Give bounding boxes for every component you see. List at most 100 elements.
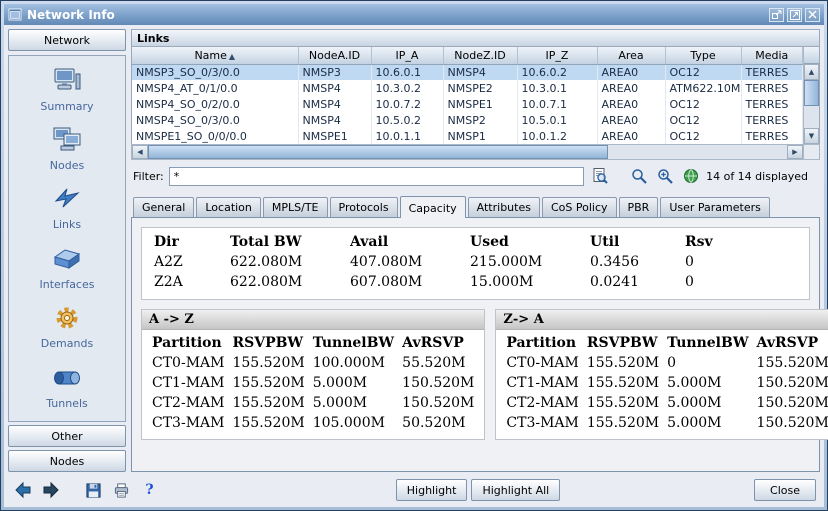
tab-protocols[interactable]: Protocols	[330, 197, 398, 217]
scroll-left-icon[interactable]: ◀	[132, 145, 148, 159]
horizontal-scroll-track[interactable]	[148, 145, 787, 159]
table-cell[interactable]: AREA0	[597, 112, 665, 128]
table-row[interactable]: NMSP4_SO_0/3/0.0NMSP410.5.0.2NMSP210.5.0…	[132, 112, 803, 128]
table-cell[interactable]: NMSPE1_SO_0/0/0.0	[132, 128, 298, 144]
tab-pbr[interactable]: PBR	[619, 197, 659, 217]
table-cell[interactable]: OC12	[665, 64, 741, 80]
table-cell[interactable]: AREA0	[597, 80, 665, 96]
column-header-media[interactable]: Media	[741, 47, 803, 64]
sidebar-item-demands[interactable]: Demands	[9, 298, 125, 358]
table-cell[interactable]: OC12	[665, 128, 741, 144]
table-cell[interactable]: 10.6.0.2	[517, 64, 597, 80]
help-icon[interactable]: ?	[139, 480, 160, 500]
table-cell[interactable]: 10.6.0.1	[371, 64, 443, 80]
column-header-nodea-id[interactable]: NodeA.ID	[298, 47, 371, 64]
table-cell[interactable]: 10.0.1.1	[371, 128, 443, 144]
table-cell[interactable]: AREA0	[597, 128, 665, 144]
filter-input[interactable]	[169, 167, 584, 186]
table-cell[interactable]: NMSP3_SO_0/3/0.0	[132, 64, 298, 80]
column-header-area[interactable]: Area	[597, 47, 665, 64]
table-cell[interactable]: NMSP4	[298, 112, 371, 128]
table-cell[interactable]: NMSP2	[443, 112, 517, 128]
back-icon[interactable]	[12, 480, 33, 500]
table-cell[interactable]: NMSP1	[443, 128, 517, 144]
table-cell[interactable]: 10.0.7.1	[517, 96, 597, 112]
tab-location[interactable]: Location	[196, 197, 261, 217]
table-cell[interactable]: 10.5.0.2	[371, 112, 443, 128]
undock-window-icon[interactable]	[769, 8, 784, 22]
save-icon[interactable]	[83, 480, 104, 500]
column-header-nodez-id[interactable]: NodeZ.ID	[443, 47, 517, 64]
table-cell[interactable]: NMSPE1	[298, 128, 371, 144]
table-cell[interactable]: 10.3.0.2	[371, 80, 443, 96]
table-cell[interactable]: NMSP4	[443, 64, 517, 80]
tab-user-parameters[interactable]: User Parameters	[660, 197, 770, 217]
network-section-button[interactable]: Network	[8, 29, 126, 51]
column-header-name[interactable]: Name▲	[132, 47, 298, 64]
tab-attributes[interactable]: Attributes	[468, 197, 540, 217]
tab-mpls-te[interactable]: MPLS/TE	[263, 197, 328, 217]
table-cell[interactable]: TERRES	[741, 112, 803, 128]
column-header-type[interactable]: Type	[665, 47, 741, 64]
table-cell[interactable]: OC12	[665, 112, 741, 128]
maximize-window-icon[interactable]	[787, 8, 802, 22]
table-cell[interactable]: TERRES	[741, 96, 803, 112]
table-row[interactable]: NMSP3_SO_0/3/0.0NMSP310.6.0.1NMSP410.6.0…	[132, 64, 803, 80]
nodes-section-button[interactable]: Nodes	[8, 450, 126, 472]
close-button[interactable]: Close	[754, 479, 816, 501]
table-cell[interactable]: TERRES	[741, 80, 803, 96]
table-cell[interactable]: TERRES	[741, 64, 803, 80]
forward-icon[interactable]	[40, 480, 61, 500]
sidebar-item-tunnels[interactable]: Tunnels	[9, 358, 125, 418]
search-icon[interactable]	[628, 166, 649, 186]
horizontal-scrollbar[interactable]: ◀ ▶	[131, 144, 804, 160]
table-cell[interactable]: AREA0	[597, 64, 665, 80]
capacity-summary-table: Dir Total BW Avail Used Util Rsv A2Z622.…	[141, 227, 810, 300]
tab-general[interactable]: General	[133, 197, 194, 217]
vertical-scrollbar[interactable]: ▲ ▼	[803, 47, 819, 144]
sidebar-item-links[interactable]: Links	[9, 179, 125, 239]
scroll-up-icon[interactable]: ▲	[804, 64, 819, 80]
table-cell[interactable]: 10.0.7.2	[371, 96, 443, 112]
table-cell[interactable]: ATM622.10M	[665, 80, 741, 96]
titlebar[interactable]: Network Info	[4, 4, 824, 25]
highlight-all-button[interactable]: Highlight All	[471, 479, 560, 501]
column-header-ip-a[interactable]: IP_A	[371, 47, 443, 64]
other-section-button[interactable]: Other	[8, 425, 126, 447]
table-row[interactable]: NMSPE1_SO_0/0/0.0NMSPE110.0.1.1NMSP110.0…	[132, 128, 803, 144]
column-header-ip-z[interactable]: IP_Z	[517, 47, 597, 64]
table-cell[interactable]: NMSP4	[298, 96, 371, 112]
table-cell[interactable]: OC12	[665, 96, 741, 112]
table-cell[interactable]: NMSP4_SO_0/3/0.0	[132, 112, 298, 128]
table-cell[interactable]: 10.5.0.1	[517, 112, 597, 128]
table-row[interactable]: NMSP4_SO_0/2/0.0NMSP410.0.7.2NMSPE110.0.…	[132, 96, 803, 112]
tab-capacity[interactable]: Capacity	[400, 196, 466, 218]
scroll-right-icon[interactable]: ▶	[787, 145, 803, 159]
vertical-scroll-track[interactable]	[804, 80, 819, 128]
table-cell[interactable]: NMSP4_SO_0/2/0.0	[132, 96, 298, 112]
table-row[interactable]: NMSP4_AT_0/1/0.0NMSP410.3.0.2NMSPE210.3.…	[132, 80, 803, 96]
table-cell[interactable]: TERRES	[741, 128, 803, 144]
table-cell[interactable]: 10.0.1.2	[517, 128, 597, 144]
refresh-filter-icon[interactable]	[680, 166, 701, 186]
table-cell[interactable]: NMSP4	[298, 80, 371, 96]
print-icon[interactable]	[111, 480, 132, 500]
table-cell[interactable]: NMSP4_AT_0/1/0.0	[132, 80, 298, 96]
close-window-icon[interactable]	[805, 8, 820, 22]
highlight-button[interactable]: Highlight	[396, 479, 468, 501]
horizontal-scroll-thumb[interactable]	[148, 145, 608, 159]
vertical-scroll-thumb[interactable]	[804, 80, 819, 106]
table-cell: 105.000M	[309, 413, 398, 433]
tab-cos-policy[interactable]: CoS Policy	[542, 197, 617, 217]
table-cell[interactable]: NMSP3	[298, 64, 371, 80]
sidebar-item-nodes[interactable]: Nodes	[9, 120, 125, 180]
zoom-search-icon[interactable]	[654, 166, 675, 186]
scroll-down-icon[interactable]: ▼	[804, 128, 819, 144]
sidebar-item-interfaces[interactable]: Interfaces	[9, 239, 125, 299]
sidebar-item-summary[interactable]: Summary	[9, 60, 125, 120]
find-in-table-icon[interactable]	[589, 166, 610, 186]
table-cell[interactable]: 10.3.0.1	[517, 80, 597, 96]
table-cell[interactable]: AREA0	[597, 96, 665, 112]
table-cell[interactable]: NMSPE1	[443, 96, 517, 112]
table-cell[interactable]: NMSPE2	[443, 80, 517, 96]
